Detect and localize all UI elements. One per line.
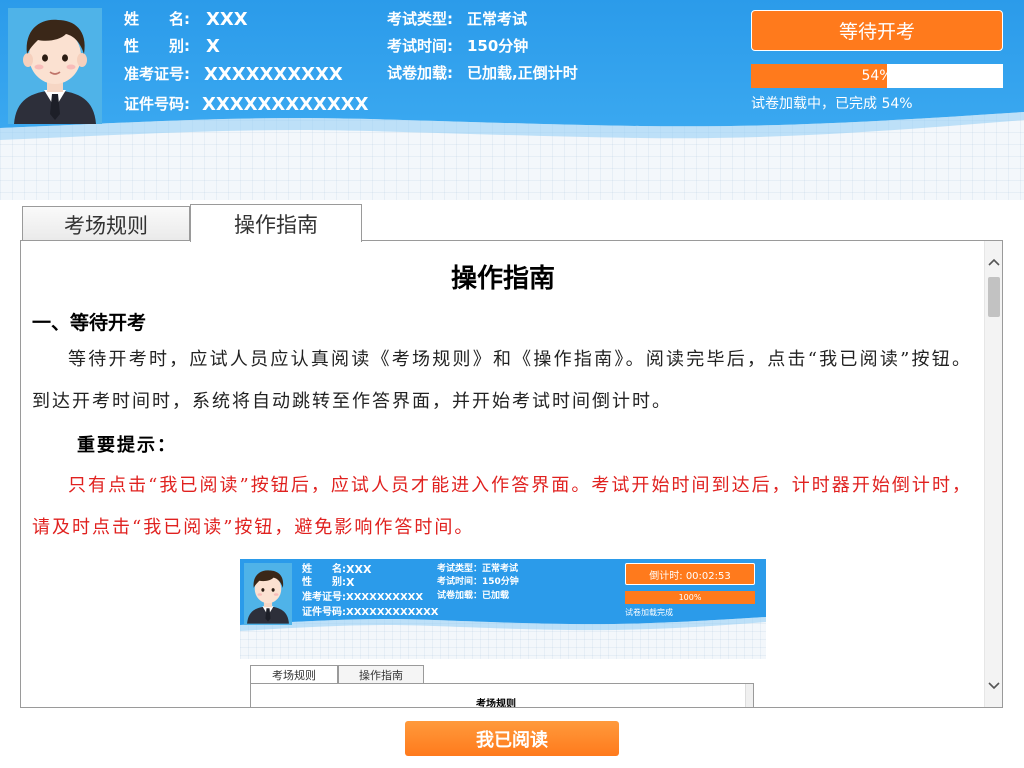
exam-type-value: 正常考试 [467, 10, 528, 28]
preview-progress-caption: 试卷加载完成 [625, 608, 673, 617]
preview-tab-exam-rules: 考场规则 [250, 665, 338, 684]
ticket-number-value: XXXXXXXXXX [204, 64, 343, 85]
scroll-up-icon[interactable] [985, 253, 1002, 271]
exam-header: 姓 名: XXX 性 别: X 准考证号: XXXXXXXXXX 证件号码: X… [0, 0, 1024, 200]
exam-time-value: 150分钟 [467, 37, 529, 55]
candidate-avatar [8, 8, 102, 124]
wait-exam-button[interactable]: 等待开考 [751, 10, 1003, 51]
guide-title: 操作指南 [450, 264, 555, 294]
important-note-text: 只有点击“我已阅读”按钮后，应试人员才能进入作答界面。考试开始时间到达后，计时器… [32, 475, 972, 538]
name-label: 姓 名: [124, 10, 190, 28]
preview-gender-value: X [346, 576, 355, 589]
preview-name-value: XXX [346, 563, 372, 576]
example-screenshot: 姓 名: XXX 性 别: X 准考证号: XXXXXXXXXX 证件号码: X… [240, 559, 766, 708]
gender-label: 性 别: [124, 37, 190, 55]
preview-id-value: XXXXXXXXXXXX [346, 607, 439, 618]
tab-exam-rules[interactable]: 考场规则 [22, 206, 190, 242]
name-value: XXX [206, 9, 248, 30]
preview-scrollbar [745, 684, 753, 707]
progress-caption: 试卷加载中，已完成 54% [751, 96, 913, 112]
id-number-value: XXXXXXXXXXXX [202, 94, 369, 115]
paper-load-label: 试卷加载: [387, 64, 453, 82]
preview-avatar [244, 563, 292, 625]
preview-content-panel: 考场规则 [250, 683, 754, 708]
tab-operation-guide[interactable]: 操作指南 [190, 204, 362, 242]
preview-ticket-value: XXXXXXXXXX [346, 592, 424, 603]
gender-value: X [206, 36, 220, 57]
preview-name-label: 姓 名: [302, 564, 346, 575]
preview-exam-time: 考试时间：150分钟 [437, 577, 519, 587]
preview-progress-bar: 100% [625, 591, 755, 604]
paper-load-value: 已加载,正倒计时 [467, 64, 578, 82]
avatar-portrait-icon [14, 19, 96, 124]
ticket-number-label: 准考证号: [124, 65, 190, 83]
preview-paper-load: 试卷加载：已加载 [437, 591, 510, 601]
id-number-label: 证件号码: [124, 95, 190, 113]
guide-paragraph: 等待开考时，应试人员应认真阅读《考场规则》和《操作指南》。阅读完毕后，点击“我已… [32, 349, 972, 412]
paper-load-progress-bar: 54% [751, 64, 1003, 88]
exam-time-label: 考试时间: [387, 37, 453, 55]
preview-exam-type: 考试类型：正常考试 [437, 564, 519, 574]
important-note-heading: 重要提示： [77, 435, 177, 456]
progress-percent-text: 54% [861, 68, 893, 84]
preview-countdown-button: 倒计时: 00:02:53 [625, 563, 755, 585]
preview-avatar-portrait-icon [247, 570, 289, 624]
preview-gender-label: 性 别: [302, 577, 346, 588]
preview-id-label: 证件号码: [302, 607, 346, 618]
preview-tab-operation-guide: 操作指南 [338, 665, 424, 684]
exam-type-label: 考试类型: [387, 10, 453, 28]
preview-ticket-label: 准考证号: [302, 592, 346, 603]
scroll-down-icon[interactable] [985, 677, 1002, 695]
content-scrollbar[interactable] [984, 241, 1002, 707]
preview-panel-title: 考场规则 [476, 699, 516, 708]
scroll-thumb[interactable] [988, 277, 1000, 317]
guide-content-panel: 操作指南 一、等待开考 等待开考时，应试人员应认真阅读《考场规则》和《操作指南》… [20, 240, 1003, 708]
i-have-read-button[interactable]: 我已阅读 [405, 721, 619, 756]
section-heading: 一、等待开考 [32, 312, 147, 334]
